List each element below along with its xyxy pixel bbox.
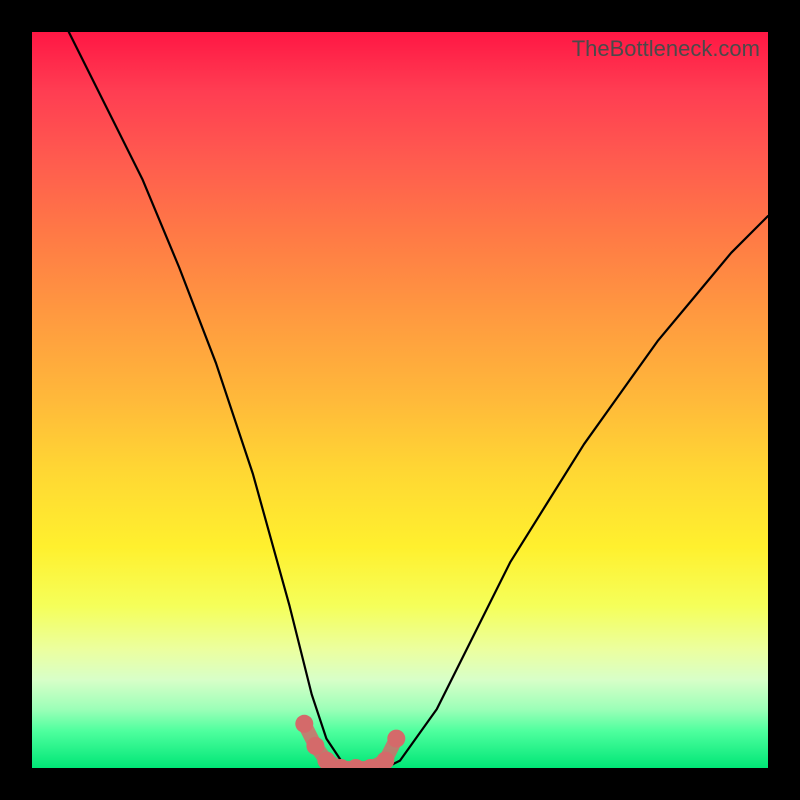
trough-marker bbox=[295, 715, 313, 733]
curve-layer bbox=[32, 32, 768, 768]
trough-markers-group bbox=[295, 715, 405, 768]
trough-marker bbox=[306, 737, 324, 755]
chart-frame: TheBottleneck.com bbox=[0, 0, 800, 800]
bottleneck-curve-path bbox=[69, 32, 768, 768]
trough-marker bbox=[387, 730, 405, 748]
plot-area: TheBottleneck.com bbox=[32, 32, 768, 768]
